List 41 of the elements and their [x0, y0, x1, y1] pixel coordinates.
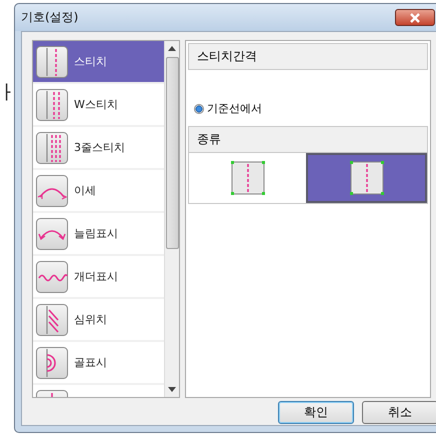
stitch-symbol-icon: [350, 161, 384, 195]
symbol-label: W스티치: [74, 97, 118, 112]
window-title: 기호(설정): [20, 9, 78, 26]
fold-symbol-icon: [36, 346, 68, 378]
symbol-item[interactable]: 이세: [33, 170, 164, 213]
symbol-item[interactable]: 심위치: [33, 299, 164, 342]
radio-button[interactable]: [194, 104, 204, 114]
stitch3-symbol-icon: [36, 132, 68, 164]
scrollbar[interactable]: [164, 41, 179, 397]
section-header: 종류: [188, 126, 428, 153]
scroll-down-icon[interactable]: [168, 387, 176, 392]
symbol-item[interactable]: 스티치: [33, 41, 164, 84]
symbol-label: 늘림표시: [74, 226, 118, 241]
type-option[interactable]: [306, 153, 427, 203]
symbol-label: 개더표시: [74, 269, 118, 284]
symbol-label: 스티치: [74, 54, 107, 69]
radio-option[interactable]: 기준선에서: [194, 101, 262, 116]
stitch2-symbol-icon: [36, 88, 68, 120]
section-header: 스티치간격: [188, 43, 428, 70]
symbol-item[interactable]: 개더표시: [33, 256, 164, 299]
close-icon: [408, 12, 422, 22]
symbol-item[interactable]: 늘림표시: [33, 213, 164, 256]
scroll-thumb[interactable]: [166, 57, 178, 249]
scroll-up-icon[interactable]: [168, 46, 176, 51]
symbol-label: 3줄스티치: [74, 140, 125, 155]
symbol-item[interactable]: W스티치: [33, 84, 164, 127]
stretch-symbol-icon: [36, 218, 68, 250]
symbol-label: 이세: [74, 183, 96, 198]
background-text: ㅏ: [0, 80, 17, 104]
close-button[interactable]: [395, 9, 435, 26]
symbol-label: 심위치: [74, 312, 107, 327]
stitch1-symbol-icon: [36, 46, 68, 78]
ok-button[interactable]: 확인: [278, 401, 354, 424]
ease-symbol-icon: [36, 174, 68, 206]
symbol-item[interactable]: 골표시: [33, 342, 164, 385]
cancel-button[interactable]: 취소: [362, 401, 436, 424]
symbol-item[interactable]: 3줄스티치: [33, 127, 164, 170]
seam-symbol-icon: [36, 304, 68, 336]
gather-symbol-icon: [36, 260, 68, 292]
stitch-symbol-icon: [230, 161, 264, 195]
symbol-label: 골표시: [74, 355, 107, 370]
